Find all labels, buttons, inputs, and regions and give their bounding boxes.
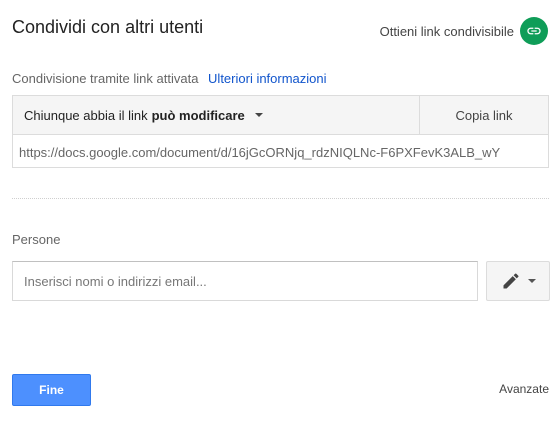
people-label: Persone [12,232,61,247]
link-box: Chiunque abbia il link può modificare Co… [12,95,549,168]
share-dialog: Condividi con altri utenti Ottieni link … [0,0,560,422]
link-sharing-status: Condivisione tramite link attivata [12,71,199,86]
section-divider [12,198,549,199]
get-shareable-link-button[interactable]: Ottieni link condivisibile [380,17,548,45]
people-permission-dropdown[interactable] [486,261,550,301]
learn-more-link[interactable]: Ulteriori informazioni [208,71,326,86]
advanced-link[interactable]: Avanzate [499,382,549,396]
pencil-icon [503,273,519,289]
link-permission-value: può modificare [151,107,245,123]
link-permission-dropdown[interactable]: Chiunque abbia il link può modificare [13,96,420,134]
link-sharing-row: Condivisione tramite link attivata Ulter… [12,71,327,86]
link-box-controls: Chiunque abbia il link può modificare Co… [13,96,548,135]
link-icon [527,27,541,35]
link-permission-prefix: Chiunque abbia il link [24,107,148,123]
link-toggle[interactable] [520,17,548,45]
dialog-title: Condividi con altri utenti [12,17,204,37]
people-input[interactable] [12,261,478,301]
get-link-label: Ottieni link condivisibile [379,23,514,39]
copy-link-button[interactable]: Copia link [420,96,548,134]
chevron-down-icon [254,113,263,117]
done-button[interactable]: Fine [12,374,91,406]
chevron-down-icon [527,279,536,283]
share-url-field[interactable]: https://docs.google.com/document/d/16jGc… [13,135,548,169]
